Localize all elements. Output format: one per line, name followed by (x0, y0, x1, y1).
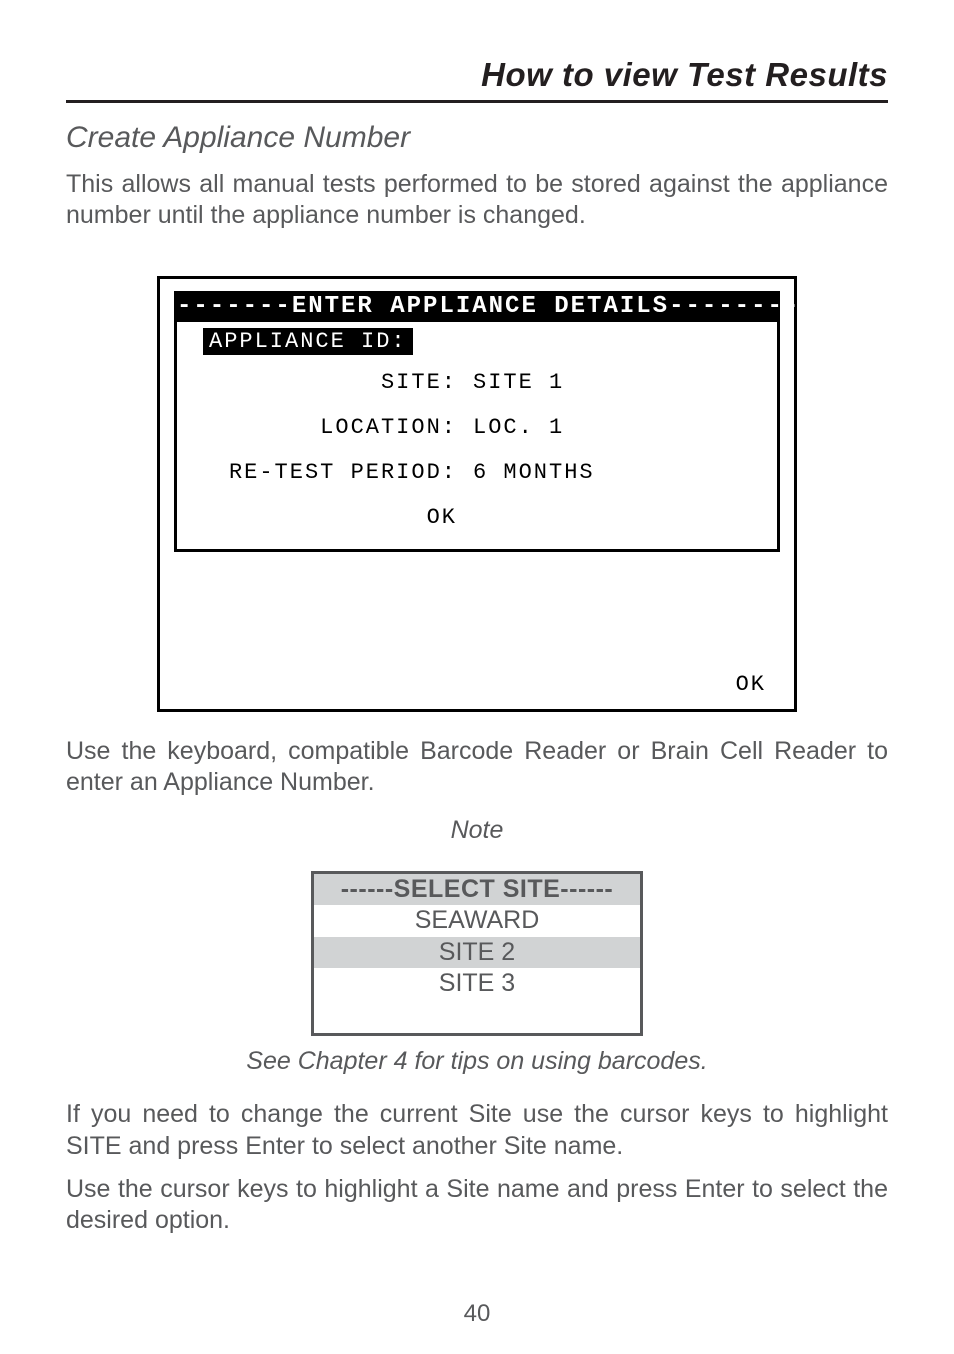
note-label: Note (66, 816, 888, 845)
section-heading: Create Appliance Number (66, 121, 888, 155)
select-site-item-site2[interactable]: SITE 2 (314, 937, 640, 968)
intro-paragraph: This allows all manual tests performed t… (66, 169, 888, 232)
device-title-bar: -------ENTER APPLIANCE DETAILS-------- (177, 291, 777, 322)
site-value: SITE 1 (473, 365, 777, 400)
device-fields: SITE: SITE 1 LOCATION: LOC. 1 RE-TEST PE… (177, 365, 777, 535)
retest-value: 6 MONTHS (473, 455, 777, 490)
select-site-paragraph: Use the cursor keys to highlight a Site … (66, 1174, 888, 1237)
device-spacer (160, 552, 794, 662)
ok-inner[interactable]: OK (197, 500, 457, 535)
device-frame: -------ENTER APPLIANCE DETAILS-------- A… (157, 276, 797, 712)
after-device-paragraph: Use the keyboard, compatible Barcode Rea… (66, 736, 888, 799)
appliance-id-chip[interactable]: APPLIANCE ID: (203, 328, 413, 355)
barcode-caption: See Chapter 4 for tips on using barcodes… (66, 1046, 888, 1077)
change-site-paragraph: If you need to change the current Site u… (66, 1099, 888, 1162)
site-label: SITE: (197, 365, 457, 400)
device-inner-panel: -------ENTER APPLIANCE DETAILS-------- A… (174, 291, 780, 552)
select-site-header: ------SELECT SITE------ (314, 874, 640, 905)
select-site-item-site3[interactable]: SITE 3 (314, 968, 640, 999)
running-header: How to view Test Results (66, 56, 888, 100)
select-site-item-seaward[interactable]: SEAWARD (314, 905, 640, 936)
page: How to view Test Results Create Applianc… (0, 0, 954, 1354)
location-label: LOCATION: (197, 410, 457, 445)
location-value: LOC. 1 (473, 410, 777, 445)
appliance-id-row: APPLIANCE ID: (177, 322, 777, 365)
page-number: 40 (0, 1300, 954, 1328)
retest-label: RE-TEST PERIOD: (197, 455, 457, 490)
select-site-box: ------SELECT SITE------ SEAWARD SITE 2 S… (311, 871, 643, 1036)
ok-outer[interactable]: OK (160, 662, 794, 709)
header-rule (66, 100, 888, 103)
